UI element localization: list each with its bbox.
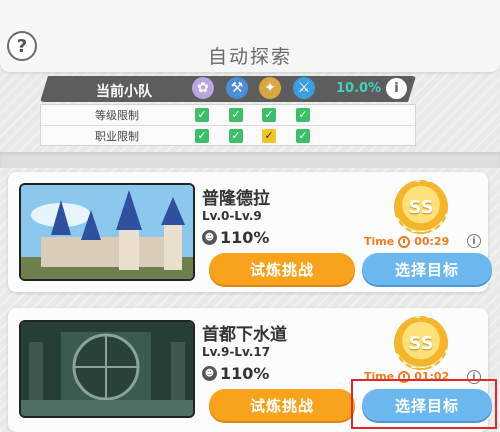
map-level-range: Lv.9-Lv.17 — [202, 345, 271, 359]
section-divider — [0, 152, 500, 168]
trial-challenge-button[interactable]: 试炼挑战 — [209, 389, 355, 421]
clock-icon — [398, 235, 411, 248]
time-value: 00:29 — [414, 235, 450, 248]
team-success-rate: 10.0% — [336, 81, 382, 96]
character-3-icon[interactable]: ✦ — [259, 77, 281, 99]
level-restriction-label: 等级限制 — [95, 109, 139, 122]
level-check-4-icon: ✓ — [296, 108, 310, 122]
class-restriction-label: 职业限制 — [95, 130, 139, 143]
character-4-icon[interactable]: ⚔ — [293, 77, 315, 99]
map-rate: ☻ 110% — [202, 364, 269, 383]
class-check-4-icon: ✓ — [296, 129, 310, 143]
map-name: 普隆德拉 — [202, 189, 270, 209]
select-target-button[interactable]: 选择目标 — [362, 253, 492, 285]
rate-icon: ☻ — [202, 230, 217, 245]
level-check-3-icon: ✓ — [262, 108, 276, 122]
team-label: 当前小队 — [96, 84, 152, 100]
sewers-image — [19, 320, 195, 418]
map-name: 首都下水道 — [202, 325, 287, 345]
rate-icon: ☻ — [202, 366, 217, 381]
prontera-castle-image — [19, 183, 195, 281]
class-check-3-warning-icon: ✓ — [262, 129, 276, 143]
info-icon[interactable]: i — [467, 234, 481, 248]
class-check-1-icon: ✓ — [195, 129, 209, 143]
map-rate: ☻ 110% — [202, 228, 269, 247]
character-1-icon[interactable]: ✿ — [192, 77, 214, 99]
page-title: 自动探索 — [207, 46, 292, 68]
map-rate-value: 110% — [220, 364, 270, 383]
time-label: Time — [364, 235, 395, 248]
trial-challenge-button[interactable]: 试炼挑战 — [209, 253, 355, 285]
highlight-box — [351, 379, 497, 429]
time-row: Time 00:29 — [364, 235, 449, 248]
character-2-icon[interactable]: ⚒ — [226, 77, 248, 99]
map-rate-value: 110% — [220, 228, 270, 247]
map-level-range: Lv.0-Lv.9 — [202, 209, 262, 223]
ss-grade-badge: SS — [394, 316, 448, 370]
ss-grade-badge: SS — [394, 180, 448, 234]
class-check-2-icon: ✓ — [229, 129, 243, 143]
level-check-2-icon: ✓ — [229, 108, 243, 122]
info-icon[interactable]: i — [386, 78, 407, 99]
level-check-1-icon: ✓ — [195, 108, 209, 122]
divider — [41, 125, 415, 126]
